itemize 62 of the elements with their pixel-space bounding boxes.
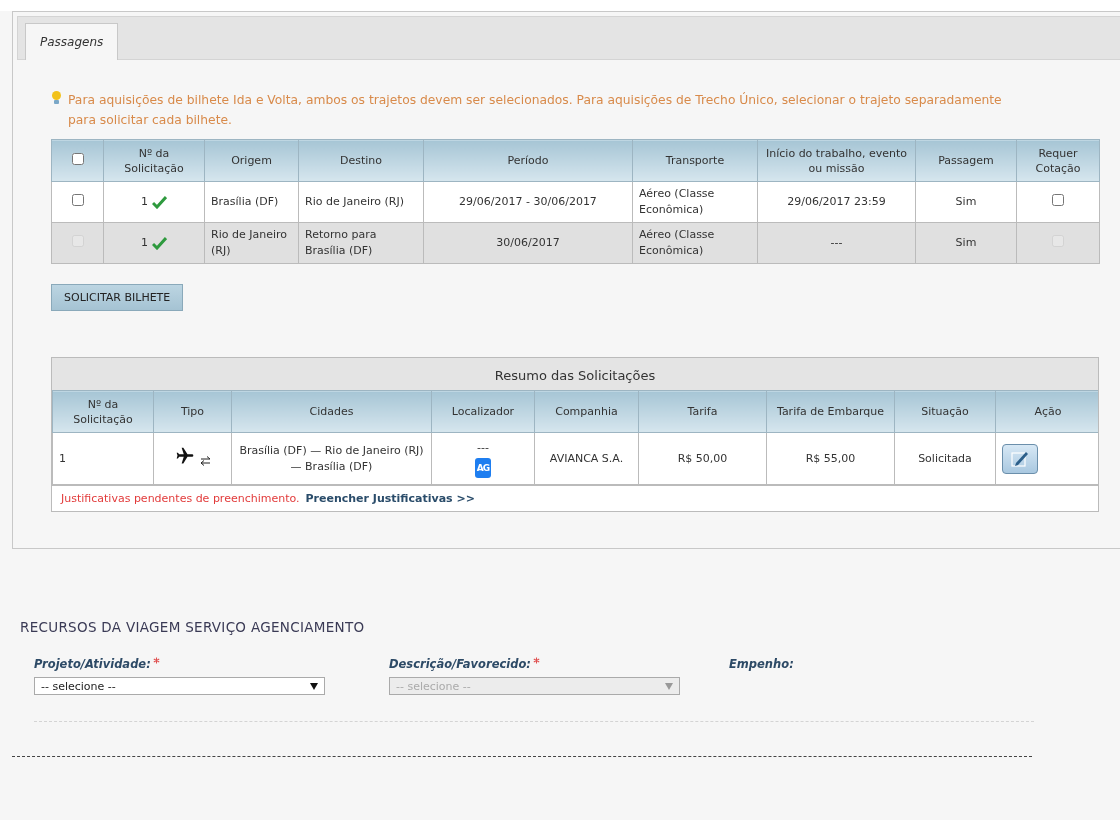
summary-title: Resumo das Solicitações xyxy=(52,358,1098,390)
table-cell: Sim xyxy=(915,222,1017,264)
round-trip-arrows-icon xyxy=(200,456,211,466)
fill-justifications-link[interactable]: Preencher Justificativas >> xyxy=(305,492,475,505)
request-number: 1 xyxy=(141,194,148,210)
column-header: Ação xyxy=(995,390,1098,433)
tab[interactable]: Passagens xyxy=(25,23,119,60)
column-header: Nº da Solicitação xyxy=(103,139,205,182)
row-checkbox[interactable] xyxy=(71,193,84,206)
request-ticket-button[interactable]: SOLICITAR BILHETE xyxy=(51,284,184,311)
section-heading: RECURSOS DA VIAGEM SERVIÇO AGENCIAMENTO xyxy=(20,619,366,635)
column-header: Transporte xyxy=(632,139,758,182)
table-cell: R$ 50,00 xyxy=(638,432,767,485)
table-cell: Brasília (DF) xyxy=(204,181,299,223)
table-cell: R$ 55,00 xyxy=(766,432,895,485)
table-cell: Solicitada xyxy=(894,432,996,485)
select-field[interactable]: -- selecione -- xyxy=(34,677,325,695)
column-header: Período xyxy=(423,139,633,182)
column-header: Tarifa xyxy=(638,390,767,433)
edit-button[interactable] xyxy=(1002,443,1038,474)
field-label-text: Descrição/Favorecido: xyxy=(389,657,531,671)
table-cell: Aéreo (Classe Econômica) xyxy=(632,181,758,223)
hint-text: Para aquisições de bilhete Ida e Volta, ambos os trajetos devem ser selecionados. Para aquisições de Trecho Único, selecionar o trajeto separadamente para solicitar cada bilhete. xyxy=(68,91,1003,129)
column-header: Origem xyxy=(204,139,299,182)
edit-icon xyxy=(1010,449,1030,468)
airplane-icon xyxy=(174,446,196,466)
column-header: Tarifa de Embarque xyxy=(766,390,895,433)
column-header: Tipo xyxy=(153,390,232,433)
table-cell: --- xyxy=(757,222,916,264)
quote-checkbox[interactable] xyxy=(1052,193,1064,206)
column-header: Passagem xyxy=(915,139,1017,182)
column-header: Cidades xyxy=(231,390,432,433)
table-cell: 29/06/2017 - 30/06/2017 xyxy=(423,181,633,223)
table-cell: Rio de Janeiro (RJ) xyxy=(298,181,424,223)
warning-text: Justificativas pendentes de preenchimento. xyxy=(61,492,300,505)
request-number: 1 xyxy=(141,235,148,251)
field-label-text: Projeto/Atividade: xyxy=(34,657,151,671)
table-cell: Aéreo (Classe Econômica) xyxy=(632,222,758,264)
check-icon xyxy=(152,236,167,250)
table-cell: 1 xyxy=(52,432,154,485)
lightbulb-icon xyxy=(51,90,62,105)
caret-icon xyxy=(310,682,318,690)
field-label-text: Empenho: xyxy=(729,657,794,671)
table-cell: Rio de Janeiro (RJ) xyxy=(204,222,299,264)
table-cell: Brasília (DF) — Rio de Janeiro (RJ) — Brasília (DF) xyxy=(231,432,432,485)
locator-text: --- xyxy=(477,439,489,456)
caret-icon xyxy=(665,682,673,690)
select-all-checkbox[interactable] xyxy=(71,152,84,165)
table-cell: Sim xyxy=(915,181,1017,223)
table-cell: AVIANCA S.A. xyxy=(534,432,639,485)
check-icon xyxy=(152,195,167,209)
table-cell: 30/06/2017 xyxy=(423,222,633,264)
column-header: Situação xyxy=(894,390,996,433)
table-cell: Retorno para Brasília (DF) xyxy=(298,222,424,264)
agency-badge: AG xyxy=(474,457,492,478)
column-header: Localizador xyxy=(431,390,535,433)
column-header: Nº da Solicitação xyxy=(52,390,154,433)
column-header: Companhia xyxy=(534,390,639,433)
column-header: Início do trabalho, evento ou missão xyxy=(757,139,916,182)
column-header: Requer Cotação xyxy=(1016,139,1100,182)
column-header: Destino xyxy=(298,139,424,182)
table-cell: 29/06/2017 23:59 xyxy=(757,181,916,223)
